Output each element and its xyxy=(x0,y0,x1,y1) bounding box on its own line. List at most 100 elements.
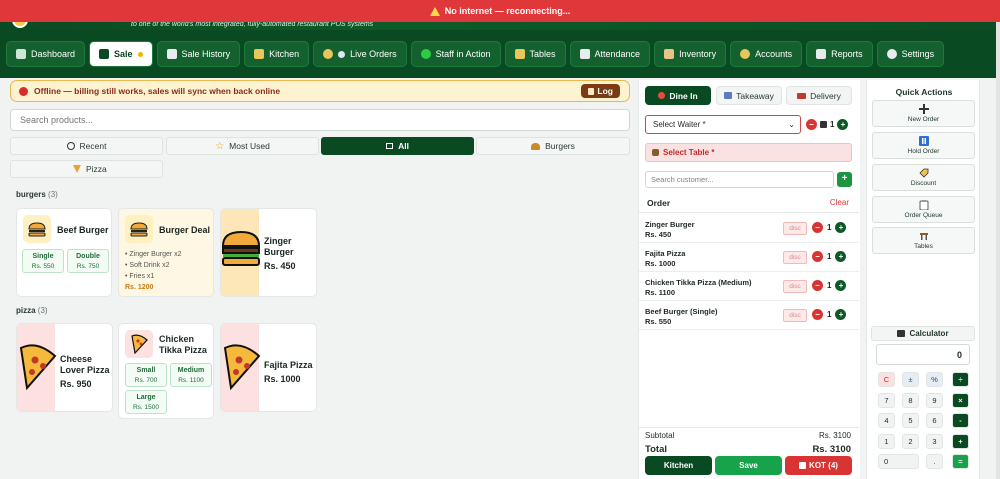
calc-key-3[interactable]: 3 xyxy=(926,434,943,449)
pause-icon xyxy=(918,136,929,146)
variant-button[interactable]: Small Rs. 700 xyxy=(125,363,167,387)
calc-key-sign[interactable]: ± xyxy=(902,372,919,387)
burger-icon xyxy=(125,215,153,243)
nav-kitchen[interactable]: Kitchen xyxy=(244,41,310,67)
hold-order-button[interactable]: Hold Order xyxy=(872,132,975,159)
nav-accounts[interactable]: Accounts xyxy=(730,41,803,67)
product-card-cheese-lover-pizza[interactable]: Cheese Lover Pizza Rs. 950 xyxy=(16,323,113,412)
calc-key-minus[interactable]: - xyxy=(952,413,969,428)
customer-search-input[interactable]: Search customer... xyxy=(645,171,834,188)
page-scrollbar[interactable] xyxy=(996,0,1000,479)
log-button[interactable]: Log xyxy=(581,84,620,98)
product-card-beef-burger[interactable]: Beef Burger Single Rs. 550 Double Rs. 750 xyxy=(16,208,112,297)
deal-item: • Zinger Burger x2 xyxy=(125,251,182,258)
calc-key-9[interactable]: 9 xyxy=(926,393,943,408)
nav-label: Sale History xyxy=(181,49,231,59)
filter-most-used[interactable]: ☆ Most Used xyxy=(166,137,319,155)
nav-inventory[interactable]: Inventory xyxy=(654,41,727,67)
product-card-zinger-burger[interactable]: Zinger Burger Rs. 450 xyxy=(220,208,317,297)
tab-delivery[interactable]: Delivery xyxy=(786,86,852,105)
kitchen-button[interactable]: Kitchen xyxy=(645,456,712,475)
nav-attendance[interactable]: Attendance xyxy=(569,41,651,67)
product-card-burger-deal[interactable]: Burger Deal • Zinger Burger x2 • Soft Dr… xyxy=(118,208,214,297)
offline-banner: No internet — reconnecting... xyxy=(0,0,1000,22)
calc-key-percent[interactable]: % xyxy=(926,372,943,387)
calc-key-divide[interactable]: ÷ xyxy=(952,372,969,387)
calc-key-0[interactable]: 0 xyxy=(878,454,919,469)
tables-button[interactable]: Tables xyxy=(872,227,975,254)
calc-key-multiply[interactable]: × xyxy=(952,393,969,408)
add-customer-button[interactable]: + xyxy=(837,172,852,187)
nav-sale[interactable]: Sale xyxy=(89,41,153,67)
discount-button[interactable]: Discount xyxy=(872,164,975,191)
variant-button[interactable]: Large Rs. 1500 xyxy=(125,390,167,414)
filter-recent[interactable]: Recent xyxy=(10,137,163,155)
decrement-qty-button[interactable]: − xyxy=(812,251,823,262)
nav-live-orders[interactable]: Live Orders xyxy=(313,41,407,67)
waiter-select[interactable]: Select Waiter * ⌄ xyxy=(645,115,801,134)
nav-staff-in-action[interactable]: Staff in Action xyxy=(410,41,501,67)
product-card-chicken-tikka-pizza[interactable]: Chicken Tikka Pizza Small Rs. 700 Medium Rs… xyxy=(118,323,214,419)
tab-takeaway[interactable]: Takeaway xyxy=(716,86,782,105)
nav-sale-history[interactable]: Sale History xyxy=(156,41,241,67)
tab-dine-in[interactable]: Dine In xyxy=(645,86,711,105)
calc-key-clear[interactable]: C xyxy=(878,372,895,387)
increment-qty-button[interactable]: + xyxy=(835,222,847,233)
order-header: Order Clear xyxy=(639,193,859,213)
nav-settings[interactable]: Settings xyxy=(876,41,945,67)
discount-input[interactable]: disc xyxy=(783,251,807,264)
product-name: Chicken Tikka Pizza xyxy=(159,334,207,356)
calc-key-plus[interactable]: + xyxy=(952,434,969,449)
product-name-line: Tikka Pizza xyxy=(159,345,207,355)
nav-tables[interactable]: Tables xyxy=(504,41,566,67)
decrement-qty-button[interactable]: − xyxy=(812,309,823,320)
decrement-qty-button[interactable]: − xyxy=(812,222,823,233)
product-card-fajita-pizza[interactable]: Fajita Pizza Rs. 1000 xyxy=(220,323,317,412)
nav-dashboard[interactable]: Dashboard xyxy=(6,41,86,67)
filter-label: Pizza xyxy=(86,164,107,174)
calc-key-6[interactable]: 6 xyxy=(926,413,943,428)
increment-qty-button[interactable]: + xyxy=(835,280,847,291)
calc-key-equals[interactable]: = xyxy=(952,454,969,469)
calc-key-1[interactable]: 1 xyxy=(878,434,895,449)
calc-key-decimal[interactable]: . xyxy=(926,454,943,469)
total-label: Total xyxy=(645,444,667,455)
discount-input[interactable]: disc xyxy=(783,309,807,322)
save-button[interactable]: Save xyxy=(715,456,782,475)
table-select[interactable]: Select Table * xyxy=(645,143,852,162)
variant-button[interactable]: Double Rs. 750 xyxy=(67,249,109,273)
order-queue-button[interactable]: Order Queue xyxy=(872,196,975,223)
product-image xyxy=(17,324,57,411)
offline-alert: Offline — billing still works, sales wil… xyxy=(10,80,630,102)
variant-button[interactable]: Medium Rs. 1100 xyxy=(170,363,212,387)
calc-key-7[interactable]: 7 xyxy=(878,393,895,408)
calc-key-2[interactable]: 2 xyxy=(902,434,919,449)
discount-input[interactable]: disc xyxy=(783,222,807,235)
product-name: Fajita Pizza xyxy=(264,360,313,370)
gear-icon xyxy=(886,49,897,59)
product-search-input[interactable] xyxy=(10,109,630,131)
increment-guests-button[interactable]: + xyxy=(837,119,849,130)
decrement-qty-button[interactable]: − xyxy=(812,280,823,291)
offline-banner-text: No internet — reconnecting... xyxy=(444,6,571,16)
decrement-guests-button[interactable]: − xyxy=(806,119,817,130)
filter-pizza[interactable]: Pizza xyxy=(10,160,163,178)
section-pizza-title: pizza (3) xyxy=(16,306,48,315)
calc-key-8[interactable]: 8 xyxy=(902,393,919,408)
calc-key-4[interactable]: 4 xyxy=(878,413,895,428)
table-select-label: Select Table * xyxy=(663,148,715,157)
increment-qty-button[interactable]: + xyxy=(835,251,847,262)
clear-order-button[interactable]: Clear xyxy=(830,198,849,207)
filter-burgers[interactable]: Burgers xyxy=(476,137,630,155)
kot-button[interactable]: KOT (4) xyxy=(785,456,852,475)
variant-price: Rs. 750 xyxy=(76,263,100,270)
variant-button[interactable]: Single Rs. 550 xyxy=(22,249,64,273)
calc-key-5[interactable]: 5 xyxy=(902,413,919,428)
quick-action-label: New Order xyxy=(907,116,940,123)
order-item-name: Zinger Burger xyxy=(645,220,695,229)
increment-qty-button[interactable]: + xyxy=(835,309,847,320)
filter-all[interactable]: All xyxy=(321,137,474,155)
discount-input[interactable]: disc xyxy=(783,280,807,293)
new-order-button[interactable]: New Order xyxy=(872,100,975,127)
nav-reports[interactable]: Reports xyxy=(806,41,873,67)
